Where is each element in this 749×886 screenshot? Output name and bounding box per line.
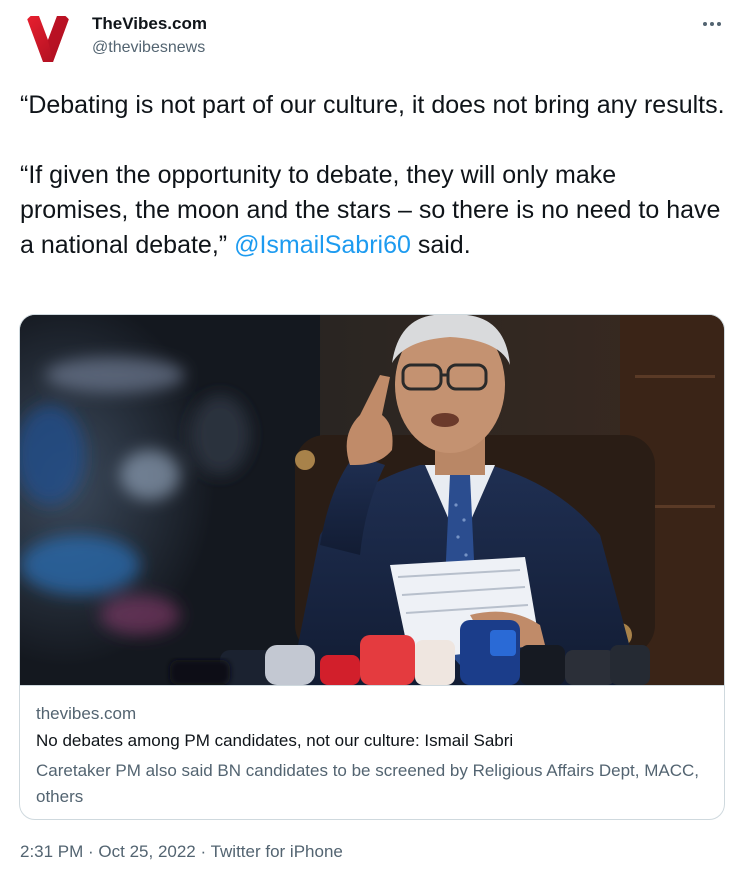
author-avatar[interactable]: [20, 10, 76, 66]
tweet: TheVibes.com @thevibesnews “Debating is …: [0, 0, 749, 886]
card-body[interactable]: thevibes.com No debates among PM candida…: [20, 685, 724, 819]
tweet-date[interactable]: Oct 25, 2022: [98, 842, 195, 861]
more-horizontal-icon: [703, 22, 707, 26]
tweet-time[interactable]: 2:31 PM: [20, 842, 83, 861]
author-handle[interactable]: @thevibesnews: [92, 39, 205, 57]
author-name[interactable]: TheVibes.com: [92, 14, 207, 34]
meta-separator: ·: [195, 842, 211, 861]
card-title: No debates among PM candidates, not our …: [36, 731, 514, 750]
tweet-paragraph-2-end: said.: [410, 231, 471, 259]
meta-separator: ·: [83, 842, 99, 861]
mention-link[interactable]: @IsmailSabri60: [234, 231, 411, 259]
tweet-source[interactable]: Twitter for iPhone: [211, 842, 343, 861]
tweet-metadata: 2:31 PM · Oct 25, 2022 · Twitter for iPh…: [20, 842, 343, 862]
more-dot: [710, 22, 714, 26]
tweet-paragraph-1: “Debating is not part of our culture, it…: [20, 91, 725, 119]
more-options-button[interactable]: [697, 12, 727, 36]
card-image[interactable]: [20, 315, 724, 685]
thevibes-logo-icon: [26, 16, 70, 62]
card-description: Caretaker PM also said BN candidates to …: [36, 761, 699, 806]
tweet-text: “Debating is not part of our culture, it…: [20, 88, 730, 263]
link-preview-card[interactable]: thevibes.com No debates among PM candida…: [19, 314, 725, 820]
card-domain: thevibes.com: [36, 704, 137, 723]
news-photo: [20, 315, 724, 685]
more-dot: [717, 22, 721, 26]
